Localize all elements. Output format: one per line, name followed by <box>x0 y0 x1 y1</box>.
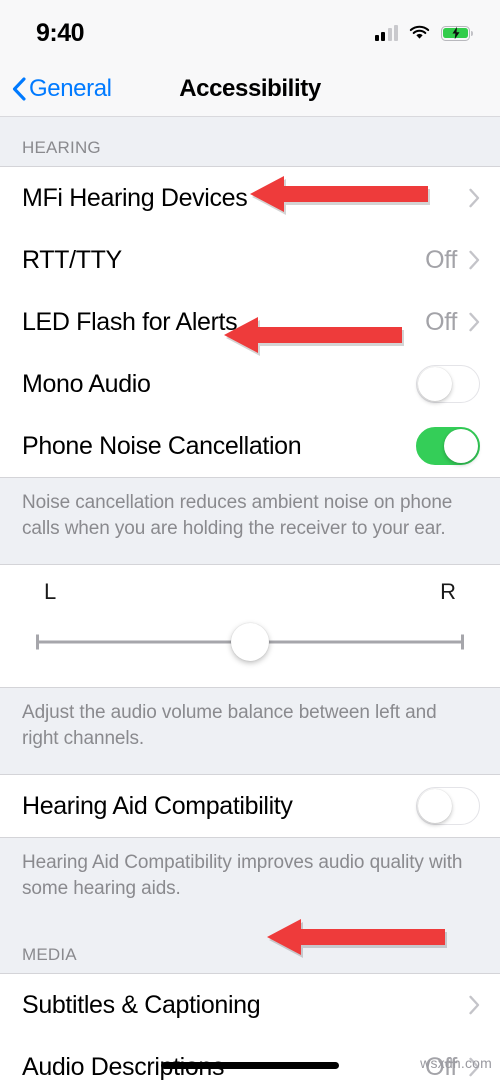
toggle-phone-noise-cancellation[interactable] <box>416 427 480 465</box>
battery-charging-icon <box>441 25 473 41</box>
iphone-screen: 9:40 General Accessibility HEARING MFi H… <box>0 0 500 1083</box>
status-bar-icons <box>374 21 473 41</box>
row-label: LED Flash for Alerts <box>22 307 238 336</box>
chevron-right-icon <box>469 188 480 208</box>
balance-right-label: R <box>440 579 456 604</box>
home-indicator[interactable] <box>161 1062 339 1069</box>
row-label: MFi Hearing Devices <box>22 183 248 212</box>
row-value: Off <box>425 245 457 274</box>
settings-list: HEARING MFi Hearing Devices RTT/TTY Off … <box>0 117 500 1083</box>
row-rtt-tty[interactable]: RTT/TTY Off <box>0 229 500 291</box>
slider-cap-right <box>461 634 464 650</box>
chevron-right-icon <box>469 250 480 270</box>
row-label: Mono Audio <box>22 369 151 398</box>
back-button-general[interactable]: General <box>12 75 112 103</box>
watermark: wsxdn.com <box>420 1055 492 1071</box>
row-phone-noise-cancellation[interactable]: Phone Noise Cancellation <box>0 415 500 477</box>
back-button-label: General <box>29 75 112 102</box>
row-mono-audio[interactable]: Mono Audio <box>0 353 500 415</box>
chevron-left-icon <box>12 77 26 101</box>
row-subtitles-and-captioning[interactable]: Subtitles & Captioning <box>0 974 500 1036</box>
balance-labels: L R <box>0 579 500 605</box>
status-bar: 9:40 <box>0 0 500 62</box>
footer-note-noise-cancellation: Noise cancellation reduces ambient noise… <box>0 478 500 564</box>
slider-thumb[interactable] <box>231 623 269 661</box>
wifi-icon <box>409 25 430 41</box>
row-value: Off <box>425 307 457 336</box>
row-mfi-hearing-devices[interactable]: MFi Hearing Devices <box>0 167 500 229</box>
footer-note-hearing-aid-compatibility: Hearing Aid Compatibility improves audio… <box>0 838 500 924</box>
balance-left-label: L <box>44 579 57 604</box>
section-header-hearing: HEARING <box>0 117 500 166</box>
group-hearing-aid-compatibility: Hearing Aid Compatibility <box>0 774 500 838</box>
row-label: Hearing Aid Compatibility <box>22 791 293 820</box>
row-label: RTT/TTY <box>22 245 122 274</box>
row-led-flash-for-alerts[interactable]: LED Flash for Alerts Off <box>0 291 500 353</box>
section-header-media: MEDIA <box>0 924 500 973</box>
status-bar-time: 9:40 <box>36 18 85 47</box>
navigation-bar: General Accessibility <box>0 62 500 117</box>
toggle-mono-audio[interactable] <box>416 365 480 403</box>
chevron-right-icon <box>469 995 480 1015</box>
row-hearing-aid-compatibility[interactable]: Hearing Aid Compatibility <box>0 775 500 837</box>
slider-cap-left <box>36 634 39 650</box>
audio-balance-slider[interactable] <box>36 619 464 665</box>
row-label: Phone Noise Cancellation <box>22 431 302 460</box>
footer-note-audio-balance: Adjust the audio volume balance between … <box>0 688 500 774</box>
group-audio-balance: L R <box>0 564 500 688</box>
toggle-hearing-aid-compatibility[interactable] <box>416 787 480 825</box>
group-hearing: MFi Hearing Devices RTT/TTY Off LED Flas… <box>0 166 500 478</box>
cellular-bars-icon <box>374 25 398 41</box>
chevron-right-icon <box>469 312 480 332</box>
row-label: Subtitles & Captioning <box>22 990 261 1019</box>
